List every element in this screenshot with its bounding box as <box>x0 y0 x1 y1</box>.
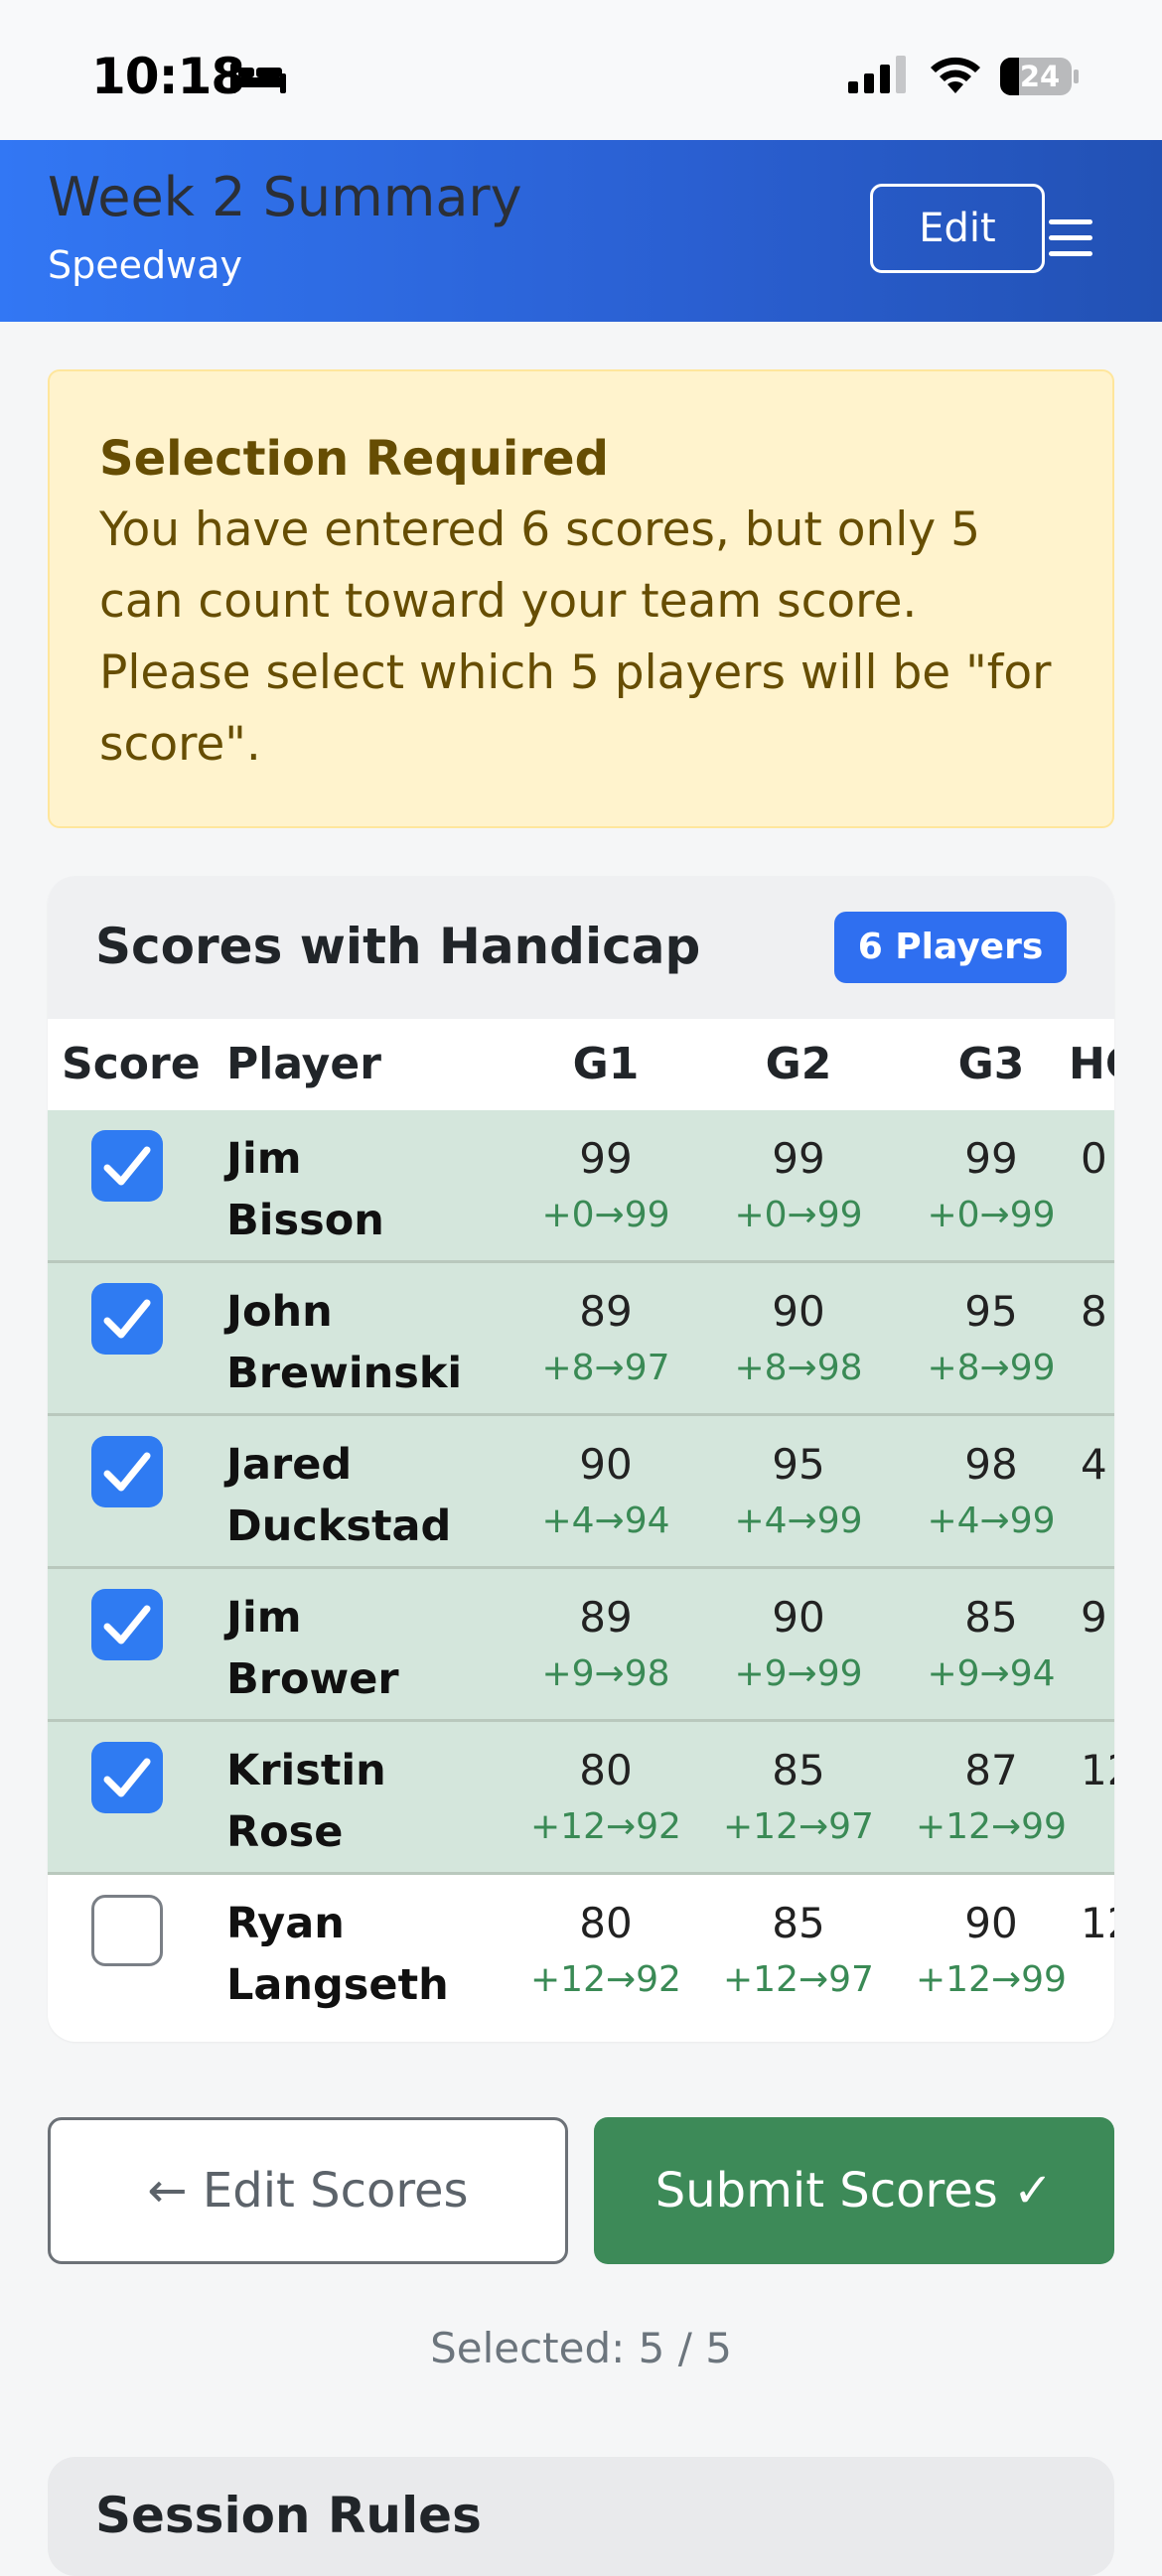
status-bar: 10:18 24 <box>0 0 1162 140</box>
card-header: Scores with Handicap 6 Players <box>48 876 1114 1019</box>
score-g1: 99 +0→99 <box>541 1134 670 1235</box>
score-g2: 95 +4→99 <box>734 1440 863 1541</box>
player-name: Kristin Rose <box>226 1746 386 1857</box>
player-name: John Brewinski <box>226 1287 463 1398</box>
score-g2: 85 +12→97 <box>723 1746 874 1847</box>
score-g3: 90 +12→99 <box>916 1899 1067 2000</box>
score-g3: 98 +4→99 <box>927 1440 1056 1541</box>
battery-level: 24 <box>1019 60 1061 93</box>
alert-body: You have entered 6 scores, but only 5 ca… <box>99 502 1052 772</box>
score-g2: 90 +8→98 <box>734 1287 863 1388</box>
handicap-value: 0 <box>1081 1134 1107 1183</box>
column-header-hc: HC <box>1069 1039 1114 1089</box>
checkmark-icon <box>103 1758 151 1797</box>
cellular-signal-icon <box>848 56 906 93</box>
checkmark-icon <box>103 1146 151 1186</box>
handicap-value: 8 <box>1081 1287 1107 1336</box>
score-g3: 87 +12→99 <box>916 1746 1067 1847</box>
selection-required-alert: Selection Required You have entered 6 sc… <box>48 369 1114 828</box>
score-g1: 89 +9→98 <box>541 1593 670 1694</box>
score-g1: 80 +12→92 <box>530 1899 681 2000</box>
players-count-badge: 6 Players <box>834 912 1067 983</box>
column-header-player: Player <box>226 1039 381 1089</box>
score-g1: 89 +8→97 <box>541 1287 670 1388</box>
table-row[interactable]: Jared Duckstad 90 +4→94 95 +4→99 98 +4→99 4 <box>48 1416 1114 1569</box>
column-header-g2: G2 <box>765 1039 832 1089</box>
score-g2: 85 +12→97 <box>723 1899 874 2000</box>
session-rules-card: Session Rules <box>48 2457 1114 2576</box>
score-g3: 95 +8→99 <box>927 1287 1056 1388</box>
table-row[interactable]: John Brewinski 89 +8→97 90 +8→98 95 +8→99 8 <box>48 1263 1114 1416</box>
handicap-value: 12 <box>1081 1746 1114 1794</box>
table-row[interactable]: Ryan Langseth 80 +12→92 85 +12→97 90 +12→99 … <box>48 1875 1114 2028</box>
for-score-checkbox[interactable] <box>91 1742 163 1813</box>
for-score-checkbox[interactable] <box>91 1436 163 1507</box>
column-header-score: Score <box>62 1039 201 1089</box>
alert-title: Selection Required <box>99 431 609 487</box>
handicap-value: 9 <box>1081 1593 1107 1642</box>
for-score-checkbox[interactable] <box>91 1130 163 1202</box>
column-header-g1: G1 <box>572 1039 640 1089</box>
hamburger-menu-icon[interactable] <box>1049 219 1092 257</box>
bed-icon <box>230 64 286 93</box>
selected-count: Selected: 5 / 5 <box>430 2324 732 2372</box>
handicap-value: 4 <box>1081 1440 1107 1489</box>
checkmark-icon <box>103 1605 151 1645</box>
table-row[interactable]: Jim Brower 89 +9→98 90 +9→99 85 +9→94 9 <box>48 1569 1114 1722</box>
score-g3: 85 +9→94 <box>927 1593 1056 1694</box>
edit-button[interactable]: Edit <box>870 184 1045 273</box>
checkmark-icon <box>103 1452 151 1492</box>
status-time: 10:18 <box>91 48 245 105</box>
player-name: Jim Brower <box>226 1593 399 1704</box>
player-name: Jim Bisson <box>226 1134 384 1245</box>
column-header-g3: G3 <box>957 1039 1025 1089</box>
score-g2: 99 +0→99 <box>734 1134 863 1235</box>
score-g1: 80 +12→92 <box>530 1746 681 1847</box>
for-score-checkbox[interactable] <box>91 1283 163 1355</box>
checkmark-icon <box>103 1299 151 1339</box>
submit-scores-button[interactable]: Submit Scores ✓ <box>594 2117 1114 2264</box>
score-g1: 90 +4→94 <box>541 1440 670 1541</box>
page-title: Week 2 Summary <box>48 166 522 228</box>
for-score-checkbox[interactable] <box>91 1589 163 1660</box>
player-name: Jared Duckstad <box>226 1440 452 1551</box>
app-header: Week 2 Summary Speedway Edit <box>0 140 1162 322</box>
table-row[interactable]: Jim Bisson 99 +0→99 99 +0→99 99 +0→99 0 <box>48 1110 1114 1263</box>
handicap-value: 12 <box>1081 1899 1114 1947</box>
page-subtitle: Speedway <box>48 243 242 287</box>
table-header: Score Player G1 G2 G3 HC <box>48 1019 1114 1110</box>
card-title: Scores with Handicap <box>95 918 701 975</box>
session-rules-title: Session Rules <box>95 2487 482 2544</box>
player-name: Ryan Langseth <box>226 1899 449 2010</box>
score-g2: 90 +9→99 <box>734 1593 863 1694</box>
for-score-checkbox[interactable] <box>91 1895 163 1966</box>
score-g3: 99 +0→99 <box>927 1134 1056 1235</box>
edit-scores-button[interactable]: ← Edit Scores <box>48 2117 568 2264</box>
wifi-icon <box>931 57 980 93</box>
table-row[interactable]: Kristin Rose 80 +12→92 85 +12→97 87 +12→99 1… <box>48 1722 1114 1875</box>
scores-card: Scores with Handicap 6 Players Score Pla… <box>48 876 1114 2042</box>
